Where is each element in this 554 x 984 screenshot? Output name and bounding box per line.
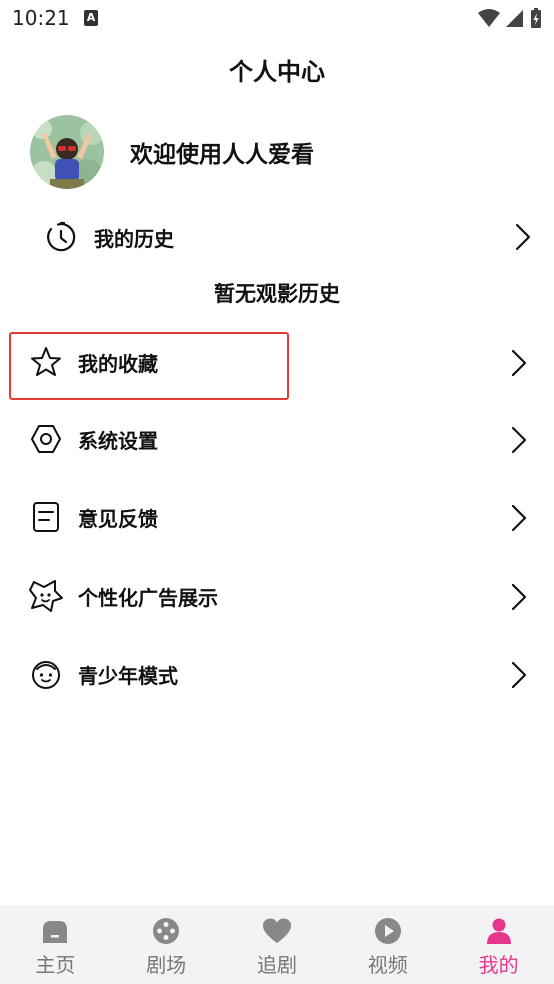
theater-icon <box>153 918 180 944</box>
battery-icon <box>531 8 541 28</box>
highlight-box <box>9 332 289 400</box>
heart-icon <box>262 918 291 943</box>
home-icon <box>43 921 68 943</box>
tab-label: 视频 <box>367 953 408 977</box>
tab-label: 剧场 <box>146 953 187 977</box>
page-title: 个人中心 <box>229 58 325 86</box>
chevron-right-icon <box>511 504 527 532</box>
welcome-text: 欢迎使用人人爱看 <box>130 142 314 168</box>
empty-history-text: 暂无观影历史 <box>214 282 340 306</box>
chevron-right-icon <box>511 426 527 454</box>
feedback-note-icon <box>28 499 64 535</box>
status-time: 10:21 <box>12 6 70 30</box>
tab-label: 我的 <box>478 953 519 977</box>
menu-item-feedback[interactable]: 意见反馈 <box>28 493 532 541</box>
tab-theater[interactable]: 剧场 <box>111 905 222 984</box>
tab-follow[interactable]: 追剧 <box>222 905 333 984</box>
tab-label: 追剧 <box>256 953 297 977</box>
child-face-icon <box>28 656 64 692</box>
tab-mine[interactable]: 我的 <box>443 905 554 984</box>
menu-item-label: 系统设置 <box>78 428 158 453</box>
menu-item-label: 意见反馈 <box>78 506 158 531</box>
menu-item-teen-mode[interactable]: 青少年模式 <box>28 650 532 698</box>
status-icons <box>478 7 542 29</box>
history-label: 我的历史 <box>94 226 174 251</box>
wifi-icon <box>478 9 500 27</box>
signal-icon <box>506 10 523 27</box>
chevron-right-icon <box>511 661 527 689</box>
menu-item-label: 个性化广告展示 <box>78 585 218 610</box>
person-icon <box>486 918 511 944</box>
history-row[interactable]: 我的历史 <box>44 216 540 258</box>
chevron-right-icon <box>515 223 531 251</box>
menu-item-ad-personalization[interactable]: 个性化广告展示 <box>28 572 532 620</box>
sparkle-badge-icon <box>28 578 64 614</box>
chevron-right-icon <box>511 349 527 377</box>
status-bar: 10:21 A <box>0 0 554 38</box>
play-icon <box>374 918 401 944</box>
menu-item-settings[interactable]: 系统设置 <box>28 415 532 463</box>
settings-hexagon-icon <box>28 421 64 457</box>
tab-label: 主页 <box>35 953 76 977</box>
avatar[interactable] <box>30 115 104 189</box>
menu-item-label: 青少年模式 <box>78 663 178 688</box>
bottom-tab-bar: 主页 剧场 追剧 视频 我的 <box>0 905 554 984</box>
tab-video[interactable]: 视频 <box>332 905 443 984</box>
profile-header[interactable]: 欢迎使用人人爱看 <box>30 114 314 190</box>
chevron-right-icon <box>511 583 527 611</box>
notification-a-icon: A <box>84 10 98 26</box>
history-clock-icon <box>47 221 76 252</box>
tab-home[interactable]: 主页 <box>0 905 111 984</box>
